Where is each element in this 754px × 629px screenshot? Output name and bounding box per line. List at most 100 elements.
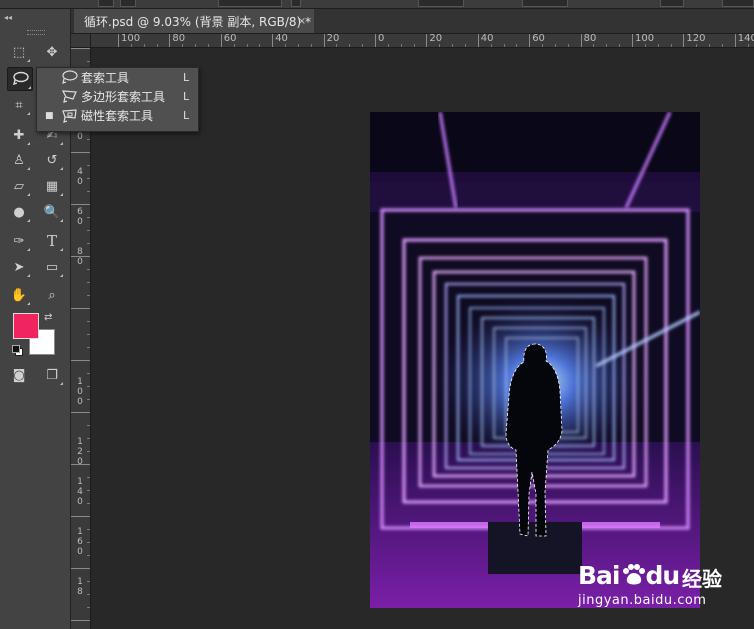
ruler-subtick [310, 44, 312, 47]
options-input[interactable] [522, 0, 568, 7]
document-tab[interactable]: 循环.psd @ 9.03% (背景 副本, RGB/8) * × [74, 9, 314, 33]
ruler-tick [87, 230, 90, 231]
ruler-tick [87, 61, 90, 62]
type-tool-icon[interactable]: T [40, 230, 64, 252]
marquee-tool-icon[interactable]: ⬚ [7, 41, 31, 63]
hand-tool-icon[interactable]: ✋ [7, 284, 31, 306]
ruler-subtick [285, 44, 287, 47]
ruler-subtick [143, 44, 145, 47]
ruler-tick [87, 191, 90, 192]
ruler-tick [87, 282, 90, 283]
screen-mode-tool-icon[interactable]: ❐ [40, 364, 64, 386]
crop-tool-icon[interactable]: ⌗ [7, 94, 31, 116]
quick-mask-tool-icon[interactable]: ◙ [7, 364, 31, 386]
flyout-item-shortcut: L [183, 90, 190, 103]
ruler-subtick [246, 44, 248, 47]
flyout-item-polygonal-lasso[interactable]: 多边形套索工具 L [37, 87, 198, 106]
horizontal-ruler[interactable]: 100 80 60 40 20 0 20 40 60 80 100 120 140 [91, 34, 754, 48]
flyout-item-lasso[interactable]: 套索工具 L [37, 68, 198, 87]
polygonal-lasso-icon [61, 90, 77, 103]
ruler-label: 1 [77, 437, 83, 447]
ruler-tick [580, 34, 582, 47]
options-checkbox[interactable] [291, 0, 301, 7]
ruler-subtick [657, 44, 659, 47]
ruler-subtick [387, 44, 389, 47]
ruler-tick [87, 542, 90, 543]
ruler-tick [272, 34, 274, 47]
zoom-tool-icon[interactable]: ⌕ [40, 284, 64, 306]
ruler-tick [71, 308, 90, 309]
options-control[interactable] [722, 0, 754, 7]
lasso-tool-flyout: 套索工具 L 多边形套索工具 L ■ 磁性套索工具 L [36, 67, 199, 132]
ruler-origin[interactable] [71, 34, 91, 48]
ruler-tick [323, 34, 325, 47]
ruler-tick [87, 438, 90, 439]
ruler-subtick [156, 44, 158, 47]
paw-icon [622, 564, 645, 585]
stamp-tool-icon[interactable]: ♙ [7, 149, 31, 171]
ruler-subtick [452, 44, 454, 47]
close-icon[interactable]: × [298, 16, 306, 27]
ruler-subtick [490, 44, 492, 47]
options-control[interactable] [120, 0, 136, 7]
ruler-tick [87, 347, 90, 348]
ruler-tick [87, 451, 90, 452]
collapse-panel-icon[interactable]: ◂◂ [4, 13, 12, 22]
ruler-subtick [336, 44, 338, 47]
options-dropdown[interactable] [218, 0, 282, 7]
panel-grip[interactable] [27, 30, 45, 35]
ruler-subtick [195, 44, 197, 47]
history-brush-tool-icon[interactable]: ↺ [40, 149, 64, 171]
ruler-label: 0 [378, 34, 385, 44]
ruler-subtick [670, 44, 672, 47]
options-control[interactable] [660, 0, 684, 7]
ruler-label: 120 [686, 34, 706, 44]
blur-tool-icon[interactable]: ● [7, 201, 31, 223]
ruler-label: 6 [77, 207, 83, 217]
ruler-label: 20 [429, 34, 443, 44]
ruler-subtick [233, 44, 235, 47]
move-tool-icon[interactable]: ✥ [40, 41, 64, 63]
ruler-subtick [297, 44, 299, 47]
ruler-tick [477, 34, 479, 47]
ruler-label: 0 [77, 497, 83, 507]
healing-tool-icon[interactable]: ✚ [7, 124, 31, 146]
options-dropdown[interactable] [418, 0, 464, 7]
ruler-tick [71, 48, 90, 49]
lasso-tool-icon[interactable] [7, 67, 33, 91]
options-control[interactable] [98, 0, 114, 7]
vertical-ruler[interactable]: 2040608010012014016018 [71, 48, 91, 629]
default-colors-icon[interactable] [12, 345, 23, 356]
document-tab-title: 循环.psd @ 9.03% (背景 副本, RGB/8) * [84, 14, 312, 29]
neon-tunnel-image [370, 112, 700, 608]
shape-tool-icon[interactable]: ▭ [40, 256, 64, 278]
ruler-tick [87, 386, 90, 387]
dodge-tool-icon[interactable]: 🔍 [40, 201, 64, 223]
ruler-label: 1 [77, 527, 83, 537]
ruler-tick [87, 178, 90, 179]
flyout-item-magnetic-lasso[interactable]: ■ 磁性套索工具 L [37, 106, 198, 125]
pen-tool-icon[interactable]: ✑ [7, 230, 31, 252]
ruler-tick [87, 529, 90, 530]
ruler-tick [87, 490, 90, 491]
ruler-subtick [400, 44, 402, 47]
path-select-tool-icon[interactable]: ➤ [7, 256, 31, 278]
ruler-tick [71, 152, 90, 153]
ruler-tick [169, 34, 171, 47]
ruler-subtick [259, 44, 261, 47]
ruler-subtick [721, 44, 723, 47]
swap-colors-icon[interactable]: ⇄ [44, 312, 52, 323]
foreground-color-swatch[interactable] [13, 313, 39, 339]
ruler-tick [87, 503, 90, 504]
gradient-tool-icon[interactable]: ▦ [40, 175, 64, 197]
ruler-label: 4 [77, 487, 83, 497]
document-image[interactable] [370, 112, 700, 608]
ruler-tick [87, 243, 90, 244]
ruler-subtick [413, 44, 415, 47]
ruler-tick [71, 464, 90, 465]
canvas-area[interactable] [91, 48, 754, 629]
ruler-label: 40 [275, 34, 288, 44]
ruler-subtick [593, 44, 595, 47]
eraser-tool-icon[interactable]: ▱ [7, 175, 31, 197]
ruler-tick [87, 607, 90, 608]
